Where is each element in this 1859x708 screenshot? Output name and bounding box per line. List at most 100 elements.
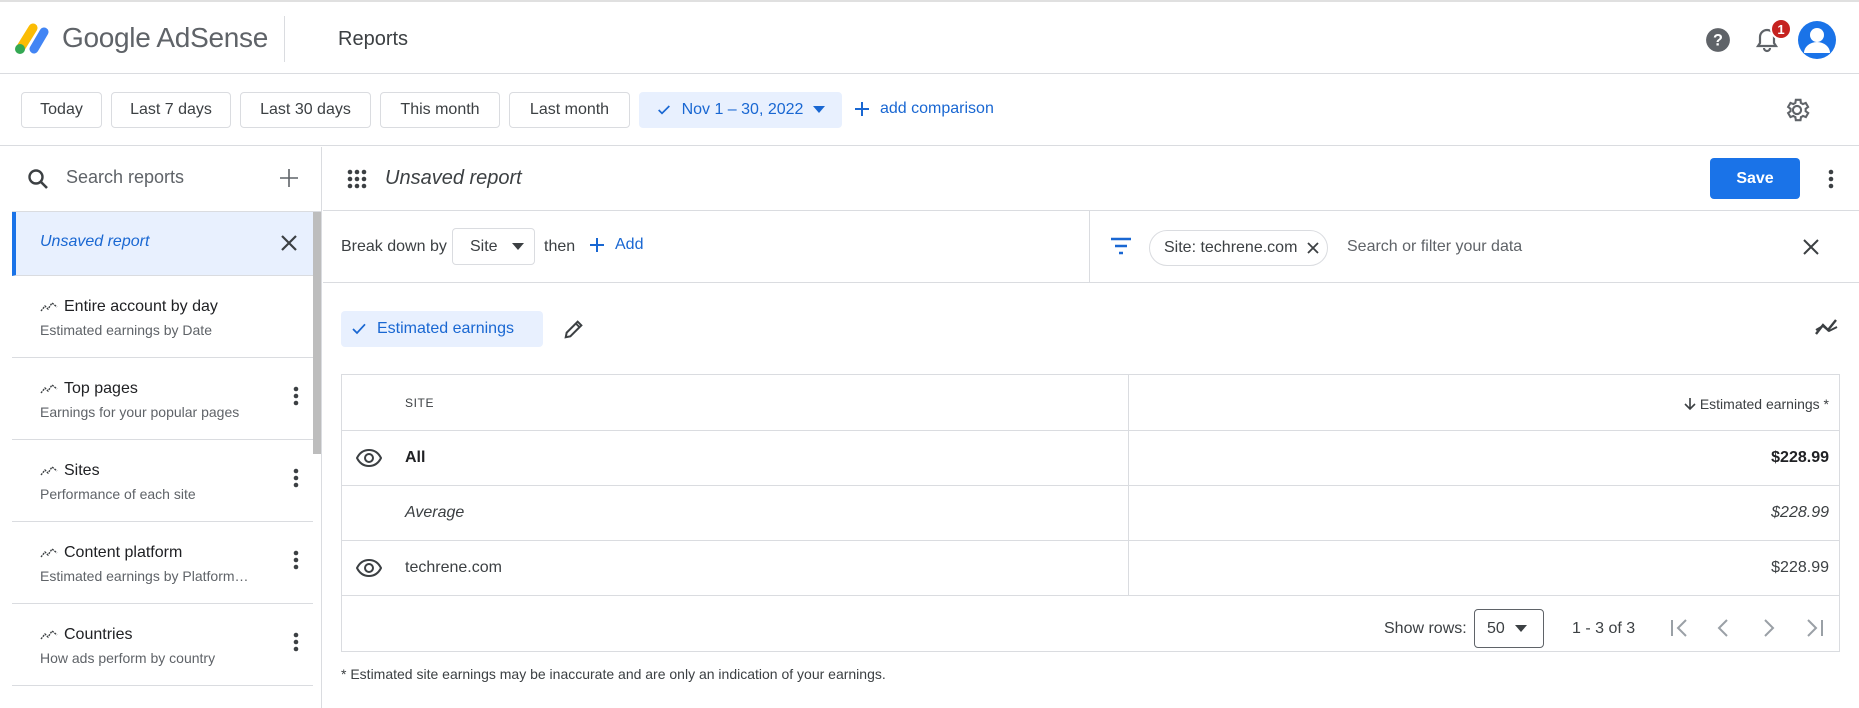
breakdown-filter-bar: Break down by Site then Add Site: techre… (323, 211, 1859, 283)
report-name[interactable]: Unsaved report (385, 167, 522, 190)
last-page-icon[interactable] (1804, 619, 1824, 637)
sidebar-scrollbar[interactable] (313, 212, 321, 454)
report-title: Top pages (64, 380, 138, 397)
table-row: Average $228.99 (342, 486, 1839, 541)
divider (284, 16, 285, 62)
chip-this-month[interactable]: This month (380, 92, 500, 128)
eye-icon[interactable] (356, 448, 382, 468)
column-header-site[interactable]: SITE (405, 396, 434, 410)
caret-down-icon (511, 243, 524, 250)
caret-down-icon (1514, 625, 1527, 632)
report-subtitle: Estimated earnings by Platform… (40, 568, 249, 584)
chip-last-month[interactable]: Last month (509, 92, 630, 128)
check-icon (351, 322, 367, 336)
breakdown-label: Break down by (341, 238, 447, 255)
chip-last-7-days[interactable]: Last 7 days (111, 92, 231, 128)
report-title: Countries (64, 626, 133, 643)
dimension-value: Site (470, 237, 498, 255)
then-label: then (544, 238, 576, 255)
edit-metrics-pencil-icon[interactable] (563, 318, 585, 340)
plus-icon (589, 237, 605, 253)
sidebar-item-label: Unsaved report (40, 233, 150, 250)
avatar[interactable] (1797, 20, 1837, 60)
filter-chip[interactable]: Site: techrene.com (1149, 230, 1329, 266)
divider (1089, 211, 1090, 283)
add-breakdown-button[interactable]: Add (589, 236, 643, 254)
rows-per-page-value: 50 (1487, 619, 1505, 637)
close-icon[interactable] (1307, 242, 1320, 254)
table-header-row: SITE Estimated earnings * (342, 375, 1839, 431)
page-title: Reports (338, 28, 409, 50)
table-row: techrene.com $228.99 (342, 541, 1839, 596)
svg-text:?: ? (1713, 31, 1723, 49)
first-page-icon[interactable] (1670, 619, 1690, 637)
filter-search-input[interactable]: Search or filter your data (1347, 238, 1522, 256)
report-subtitle: Estimated earnings by Date (40, 322, 212, 338)
search-icon (26, 167, 50, 191)
search-input[interactable]: Search reports (66, 167, 184, 188)
close-icon[interactable] (280, 234, 298, 252)
table-pagination: Show rows: 50 1 - 3 of 3 (342, 604, 1839, 651)
pagination-range: 1 - 3 of 3 (1572, 620, 1636, 637)
trend-icon (40, 629, 58, 641)
report-search[interactable]: Search reports (12, 147, 321, 212)
apps-grid-icon[interactable] (347, 169, 367, 189)
more-vert-icon[interactable] (293, 550, 299, 570)
top-app-bar: Google AdSense Reports ? 1 (0, 0, 1859, 74)
adsense-logo-icon (12, 22, 50, 56)
row-site: Average (405, 504, 465, 521)
trend-icon (40, 383, 58, 395)
row-site: techrene.com (405, 559, 502, 576)
plus-icon (854, 101, 870, 117)
report-subtitle: How ads perform by country (40, 650, 216, 666)
column-header-label: Estimated earnings * (1699, 396, 1829, 412)
add-comparison-link[interactable]: add comparison (854, 100, 994, 118)
metric-label: Estimated earnings (377, 320, 514, 337)
more-vert-icon[interactable] (293, 632, 299, 652)
more-vert-icon[interactable] (293, 468, 299, 488)
table-row: All $228.99 (342, 431, 1839, 486)
date-range-bar: Today Last 7 days Last 30 days This mont… (0, 74, 1859, 146)
next-page-icon[interactable] (1762, 619, 1776, 637)
app-name: Google AdSense (62, 22, 268, 53)
filter-icon[interactable] (1109, 236, 1133, 256)
chip-last-30-days[interactable]: Last 30 days (240, 92, 371, 128)
sidebar-item-entire-account-by-day[interactable]: Entire account by day Estimated earnings… (12, 276, 313, 358)
trend-icon (40, 301, 58, 313)
row-site: All (405, 449, 426, 466)
arrow-down-icon (1684, 397, 1696, 411)
report-table: SITE Estimated earnings * All $228.99 Av… (341, 374, 1840, 652)
reports-sidebar: Search reports Unsaved report Entire acc… (12, 147, 322, 708)
help-icon[interactable]: ? (1698, 20, 1738, 60)
row-value: $228.99 (1771, 449, 1829, 466)
date-range-selector[interactable]: Nov 1 – 30, 2022 (639, 92, 842, 128)
column-header-estimated-earnings[interactable]: Estimated earnings * (1684, 396, 1829, 412)
breakdown-dimension-select[interactable]: Site (452, 228, 535, 265)
footnote: * Estimated site earnings may be inaccur… (341, 666, 886, 682)
row-value: $228.99 (1771, 504, 1829, 521)
report-header: Unsaved report Save (323, 147, 1859, 211)
settings-gear-icon[interactable] (1783, 96, 1811, 124)
metric-chip-estimated-earnings[interactable]: Estimated earnings (341, 311, 543, 347)
new-report-plus-icon[interactable] (278, 167, 300, 189)
more-vert-icon[interactable] (293, 386, 299, 406)
clear-filters-close-icon[interactable] (1803, 239, 1819, 255)
save-button[interactable]: Save (1710, 158, 1800, 199)
chip-today[interactable]: Today (21, 92, 102, 128)
filter-chip-label: Site: techrene.com (1164, 239, 1298, 256)
report-title: Content platform (64, 544, 183, 561)
eye-icon[interactable] (356, 558, 382, 578)
add-label: Add (615, 236, 644, 253)
trend-icon (40, 465, 58, 477)
sidebar-item-content-platform[interactable]: Content platform Estimated earnings by P… (12, 522, 313, 604)
report-subtitle: Performance of each site (40, 486, 196, 502)
rows-per-page-select[interactable]: 50 (1474, 609, 1544, 648)
sidebar-item-top-pages[interactable]: Top pages Earnings for your popular page… (12, 358, 313, 440)
sidebar-item-countries[interactable]: Countries How ads perform by country (12, 604, 313, 686)
sidebar-item-sites[interactable]: Sites Performance of each site (12, 440, 313, 522)
chart-toggle-icon[interactable] (1815, 318, 1839, 338)
more-vert-icon[interactable] (1828, 169, 1834, 189)
date-range-label: Nov 1 – 30, 2022 (681, 101, 804, 118)
sidebar-item-unsaved-report[interactable]: Unsaved report (12, 212, 313, 276)
previous-page-icon[interactable] (1716, 619, 1730, 637)
